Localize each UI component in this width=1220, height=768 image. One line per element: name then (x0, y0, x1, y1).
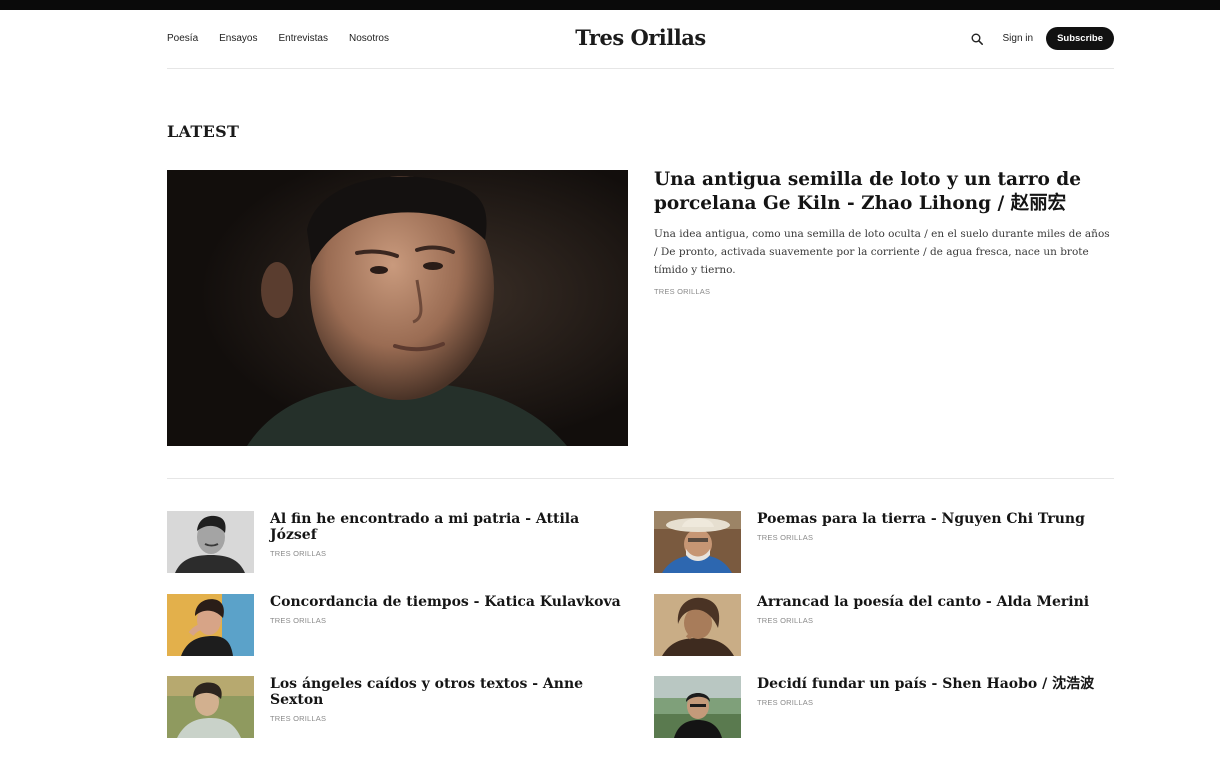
featured-post-title[interactable]: Una antigua semilla de loto y un tarro d… (654, 168, 1114, 216)
post-text: Los ángeles caídos y otros textos - Anne… (270, 676, 627, 738)
post-title[interactable]: Concordancia de tiempos - Katica Kulavko… (270, 594, 621, 610)
hat-portrait-image (654, 511, 741, 573)
post-title[interactable]: Poemas para la tierra - Nguyen Chi Trung (757, 511, 1085, 527)
painted-portrait-image (167, 676, 254, 738)
nav-link-poesia[interactable]: Poesía (167, 33, 198, 44)
post-title[interactable]: Arrancad la poesía del canto - Alda Meri… (757, 594, 1089, 610)
section-title: LATEST (167, 122, 240, 141)
post-author[interactable]: TRES ORILLAS (270, 549, 627, 558)
featured-post-author[interactable]: TRES ORILLAS (654, 287, 1114, 296)
outdoor-portrait-image (654, 676, 741, 738)
featured-post-excerpt: Una idea antigua, como una semilla de lo… (654, 228, 1110, 276)
nav-link-nosotros[interactable]: Nosotros (349, 33, 389, 44)
post-card[interactable]: Concordancia de tiempos - Katica Kulavko… (167, 593, 627, 656)
post-text: Decidí fundar un país - Shen Haobo / 沈浩波… (757, 676, 1094, 738)
post-thumbnail[interactable] (167, 593, 254, 656)
post-text: Al fin he encontrado a mi patria - Attil… (270, 511, 627, 573)
search-icon (971, 33, 984, 45)
post-author[interactable]: TRES ORILLAS (757, 698, 1094, 707)
window-top-bar (0, 0, 1220, 10)
post-thumbnail[interactable] (654, 676, 741, 738)
post-card[interactable]: Poemas para la tierra - Nguyen Chi Trung… (654, 511, 1114, 573)
site-logo[interactable]: Tres Orillas (575, 25, 706, 50)
post-card[interactable]: Al fin he encontrado a mi patria - Attil… (167, 511, 627, 573)
bw-portrait-image (167, 511, 254, 573)
post-card[interactable]: Arrancad la poesía del canto - Alda Meri… (654, 593, 1114, 656)
post-author[interactable]: TRES ORILLAS (757, 533, 1085, 542)
post-text: Arrancad la poesía del canto - Alda Meri… (757, 594, 1089, 656)
sepia-portrait-image (654, 593, 741, 656)
featured-post: Una antigua semilla de loto y un tarro d… (654, 168, 1114, 296)
post-author[interactable]: TRES ORILLAS (757, 616, 1089, 625)
post-list-left: Al fin he encontrado a mi patria - Attil… (167, 511, 627, 759)
post-title[interactable]: Al fin he encontrado a mi patria - Attil… (270, 511, 627, 543)
post-thumbnail[interactable] (167, 511, 254, 573)
post-text: Poemas para la tierra - Nguyen Chi Trung… (757, 511, 1085, 573)
header-actions: Sign in Subscribe (969, 27, 1114, 50)
nav-link-ensayos[interactable]: Ensayos (219, 33, 257, 44)
post-author[interactable]: TRES ORILLAS (270, 714, 627, 723)
section-divider (167, 478, 1114, 479)
post-title[interactable]: Decidí fundar un país - Shen Haobo / 沈浩波 (757, 676, 1094, 692)
color-portrait-image (167, 593, 254, 656)
featured-post-image[interactable] (167, 170, 628, 446)
post-title[interactable]: Los ángeles caídos y otros textos - Anne… (270, 676, 627, 708)
post-thumbnail[interactable] (654, 593, 741, 656)
search-button[interactable] (969, 31, 985, 47)
post-text: Concordancia de tiempos - Katica Kulavko… (270, 594, 621, 656)
post-author[interactable]: TRES ORILLAS (270, 616, 621, 625)
post-list-right: Poemas para la tierra - Nguyen Chi Trung… (654, 511, 1114, 759)
subscribe-button[interactable]: Subscribe (1046, 27, 1114, 50)
site-header: Poesía Ensayos Entrevistas Nosotros Tres… (167, 10, 1114, 69)
post-card[interactable]: Los ángeles caídos y otros textos - Anne… (167, 676, 627, 738)
post-card[interactable]: Decidí fundar un país - Shen Haobo / 沈浩波… (654, 676, 1114, 738)
portrait-photo (167, 170, 628, 446)
post-thumbnail[interactable] (167, 676, 254, 738)
main-nav: Poesía Ensayos Entrevistas Nosotros (167, 33, 389, 44)
post-thumbnail[interactable] (654, 511, 741, 573)
sign-in-link[interactable]: Sign in (1002, 33, 1033, 44)
nav-link-entrevistas[interactable]: Entrevistas (279, 33, 328, 44)
